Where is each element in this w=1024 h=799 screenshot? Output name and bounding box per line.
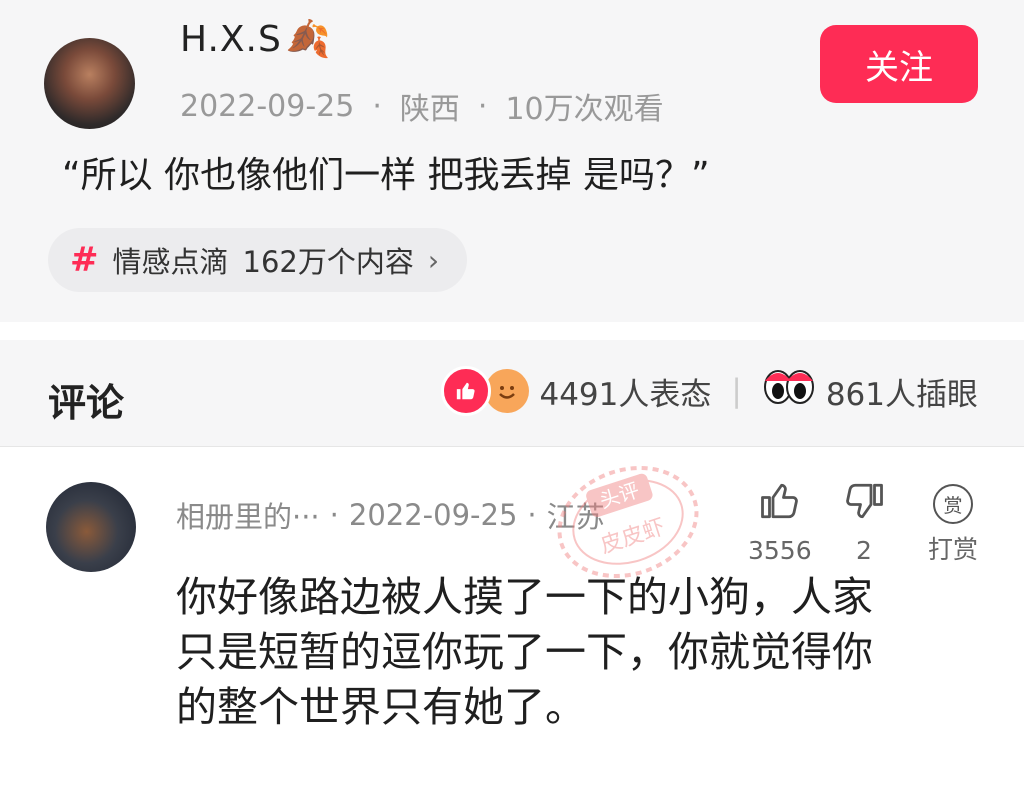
post-views: 10万次观看 — [505, 92, 664, 127]
meta-dot: · — [372, 88, 382, 124]
author-name[interactable]: H.X.S — [180, 19, 282, 60]
reward-icon[interactable]: 赏 — [933, 484, 973, 524]
svg-text:头评: 头评 — [597, 478, 642, 513]
like-action[interactable]: 3556 — [748, 480, 812, 565]
reactions-count: 4491人表态 — [539, 376, 712, 413]
commenter-name[interactable]: 相册里的··· — [176, 494, 320, 536]
reward-label: 打赏 — [928, 535, 979, 564]
author-avatar[interactable] — [44, 38, 135, 129]
thumbs-up-icon — [441, 366, 492, 416]
topic-count: 162万个内容 — [242, 245, 414, 279]
dislike-action[interactable]: 2 — [843, 480, 885, 565]
eyes-icon — [762, 367, 816, 415]
reward-action[interactable]: 赏 打赏 — [928, 480, 978, 566]
post-text: “所以 你也像他们一样 把我丢掉 是吗？” — [62, 155, 710, 196]
commenter-avatar[interactable] — [46, 482, 136, 572]
eyes-glyph — [763, 370, 814, 404]
author-name-row[interactable]: H.X.S 🍂 — [180, 18, 332, 61]
meta-dot: · — [329, 498, 339, 532]
dislike-count: 2 — [856, 536, 872, 565]
topic-name: 情感点滴 — [112, 245, 229, 279]
follow-button[interactable]: 关注 — [820, 25, 978, 103]
chevron-right-icon: › — [427, 243, 440, 277]
comment-text: 你好像路边被人摸了一下的小狗，人家 只是短暂的逗你玩了一下，你就觉得你 的整个世… — [176, 570, 976, 735]
comment-date: 2022-09-25 — [348, 498, 518, 532]
post-meta: 2022-09-25 · 陕西 · 10万次观看 — [180, 84, 664, 128]
thumbs-down-outline-icon[interactable] — [843, 480, 885, 530]
thumbs-up-outline-glyph — [760, 483, 798, 519]
post-date: 2022-09-25 — [180, 88, 355, 124]
comments-title: 评论 — [48, 381, 125, 425]
hashtag-icon: # — [70, 240, 99, 280]
smile-emoji-icon — [485, 369, 530, 413]
like-count: 3556 — [748, 536, 812, 565]
meta-dot: · — [477, 88, 488, 124]
comment-line: 只是短暂的逗你玩了一下，你就觉得你 — [176, 628, 873, 676]
thumbs-down-outline-glyph — [846, 483, 883, 519]
leaf-emoji-icon: 🍂 — [285, 19, 332, 60]
reactions-separator: | — [731, 373, 742, 409]
comment-line: 你好像路边被人摸了一下的小狗，人家 — [176, 573, 873, 621]
comment-line: 的整个世界只有她了。 — [176, 683, 586, 731]
reactions-summary[interactable]: 4491人表态 | 861人插眼 — [441, 366, 978, 416]
eyes-count: 861人插眼 — [825, 376, 978, 413]
post-location: 陕西 — [399, 92, 460, 127]
topic-chip[interactable]: # 情感点滴 162万个内容 › — [48, 228, 468, 292]
smile-face-glyph — [499, 386, 516, 399]
comments-header: 评论 4491人表态 | 861人插眼 — [0, 340, 1024, 447]
post-card: H.X.S 🍂 2022-09-25 · 陕西 · 10万次观看 关注 “所以 … — [0, 0, 1024, 322]
thumbs-up-outline-icon[interactable] — [759, 480, 801, 530]
thumbs-up-glyph — [457, 382, 476, 400]
